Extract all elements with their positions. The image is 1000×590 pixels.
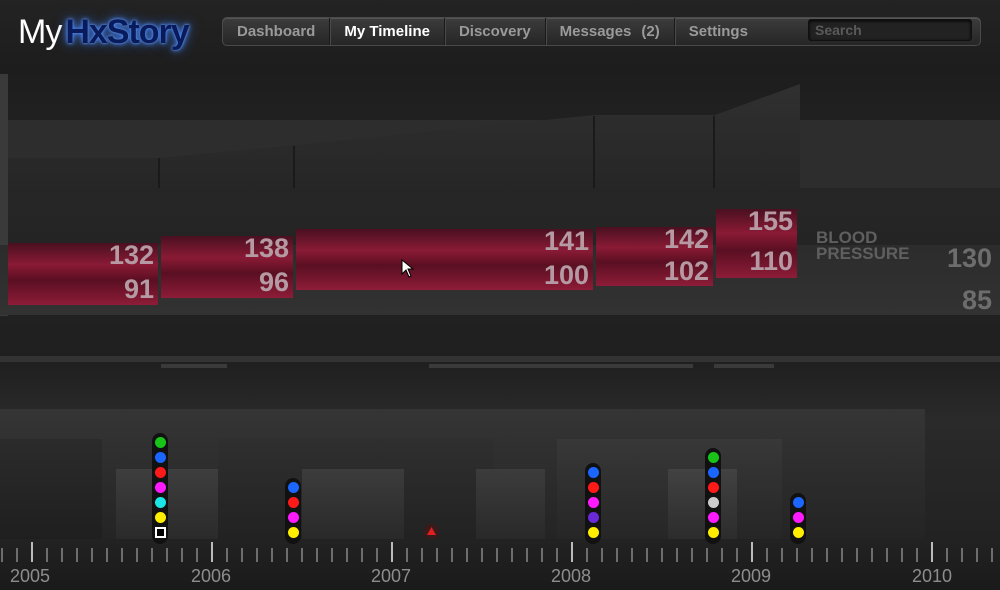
search-input[interactable]: [808, 19, 972, 41]
bp-systolic-value: 138: [243, 233, 289, 263]
time-axis[interactable]: [0, 540, 1000, 590]
event-marker-group[interactable]: [285, 478, 301, 544]
event-band: [476, 469, 545, 539]
bp-diastolic-value: 102: [663, 256, 709, 286]
axis-year-label: 2006: [191, 566, 232, 586]
event-dot: [587, 527, 599, 538]
event-dot: [707, 467, 719, 478]
event-dot: [707, 512, 719, 523]
event-band: [0, 439, 102, 539]
event-dot: [287, 482, 299, 493]
event-dot: [287, 497, 299, 508]
bp-diastolic-value: 96: [258, 267, 289, 297]
event-dot: [154, 482, 166, 493]
nav-messages[interactable]: Messages (2): [546, 18, 675, 45]
bp-reading-cell[interactable]: 142 102: [596, 224, 713, 286]
bp-diastolic-value: 110: [749, 246, 793, 276]
app-root: My HxStory Dashboard My Timeline Discover…: [0, 0, 1000, 590]
event-dot: [587, 482, 599, 493]
warning-event-icon[interactable]: [424, 524, 439, 539]
axis-year-label: 2008: [551, 566, 592, 586]
event-marker-group[interactable]: [705, 448, 721, 544]
bp-reference-diastolic: 85: [962, 285, 993, 315]
bp-systolic-value: 155: [747, 206, 793, 236]
event-dot: [587, 512, 599, 523]
bp-reading-cell[interactable]: 132 91: [8, 240, 158, 305]
event-dot: [587, 467, 599, 478]
bp-reading-cell[interactable]: 141 100: [296, 226, 593, 290]
nav-discovery[interactable]: Discovery: [445, 18, 546, 45]
event-dot: [154, 452, 166, 463]
event-band: [668, 469, 737, 539]
nav-settings[interactable]: Settings: [675, 18, 762, 45]
nav-my-timeline[interactable]: My Timeline: [330, 18, 445, 45]
event-dot: [792, 497, 804, 508]
axis-year-label: 2010: [912, 566, 953, 586]
warning-triangle-icon: [427, 527, 436, 535]
event-dot: [154, 512, 166, 523]
bp-systolic-value: 132: [108, 240, 154, 270]
cursor-icon: [401, 259, 415, 278]
event-dot: [154, 497, 166, 508]
axis-year-label: 2007: [371, 566, 412, 586]
logo-brand-text: HxStory: [65, 13, 189, 51]
app-logo[interactable]: My HxStory: [18, 12, 190, 52]
bp-reference-systolic: 130: [947, 243, 993, 273]
nav-messages-label: Messages: [559, 23, 632, 40]
event-dot: [154, 437, 166, 448]
event-dot: [707, 452, 719, 463]
event-dot: [707, 482, 719, 493]
bp-diastolic-value: 100: [543, 260, 589, 290]
event-marker-group[interactable]: [585, 463, 601, 544]
event-marker-group[interactable]: [152, 433, 168, 544]
axis-year-label: 2009: [731, 566, 772, 586]
bp-diastolic-value: 91: [123, 274, 154, 304]
event-dot: [792, 512, 804, 523]
event-dot: [707, 527, 719, 538]
bp-systolic-value: 141: [543, 226, 589, 256]
event-dot: [587, 497, 599, 508]
logo-my-text: My: [18, 13, 62, 51]
event-dot: [792, 527, 804, 538]
nav-dashboard[interactable]: Dashboard: [223, 18, 331, 45]
event-dot: [154, 467, 166, 478]
event-dot: [707, 497, 719, 508]
bp-reading-cell[interactable]: 138 96: [161, 233, 293, 298]
event-square-marker: [154, 527, 166, 538]
event-band: [302, 469, 404, 539]
event-dot: [287, 527, 299, 538]
event-marker-group[interactable]: [790, 493, 806, 544]
axis-year-label: 2005: [10, 566, 51, 586]
timeline-background: [0, 74, 1000, 368]
bp-track-label: BLOOD PRESSURE: [816, 229, 910, 263]
event-dot: [287, 512, 299, 523]
bp-label-line2: PRESSURE: [816, 244, 910, 263]
messages-count-badge: (2): [641, 23, 660, 40]
bp-reading-cell[interactable]: 155 110: [716, 206, 797, 278]
bp-systolic-value: 142: [663, 224, 709, 254]
